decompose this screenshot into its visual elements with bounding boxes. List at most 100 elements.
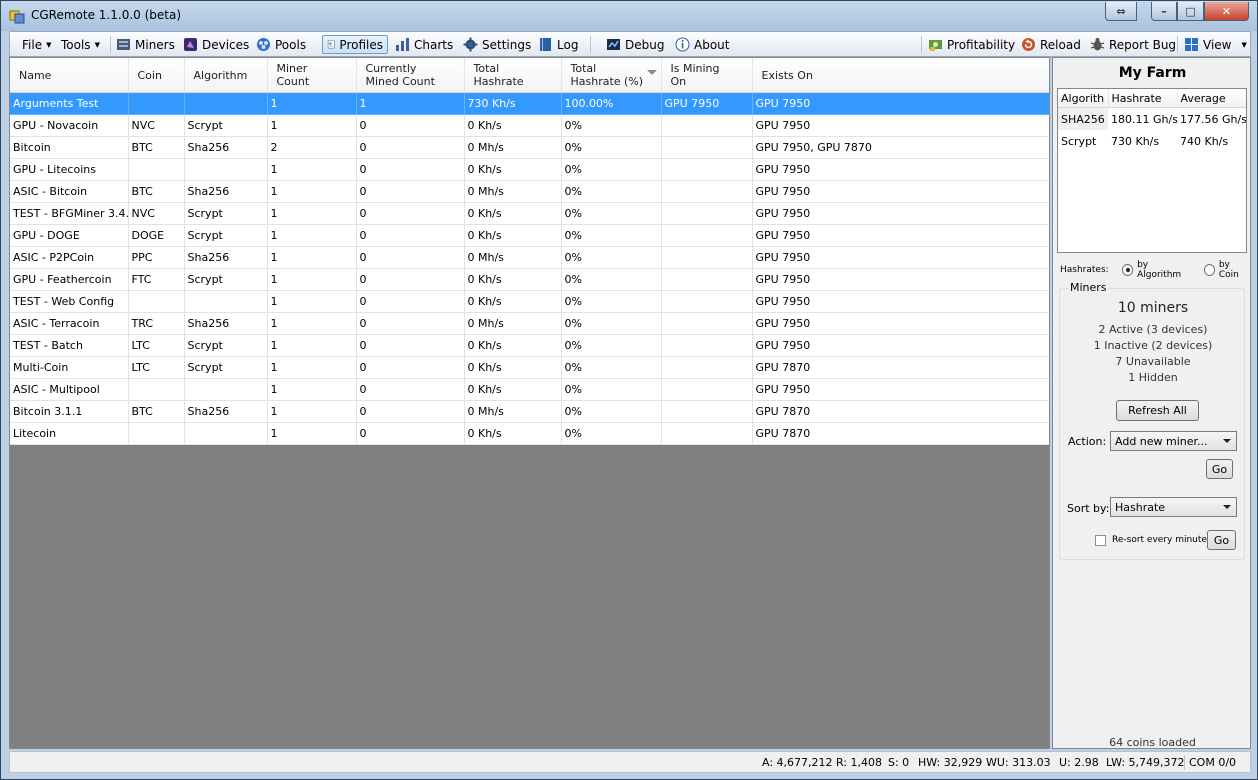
table-row[interactable]: ASIC - P2PCoin PPC Sha256 1 0 0 Mh/s 0% GPU 795… bbox=[10, 246, 1049, 269]
table-cell: 0% bbox=[561, 422, 662, 445]
app-window: CGRemote 1.1.0.0 (beta) ⇔ – □ ✕ File ▼ To… bbox=[0, 0, 1258, 780]
column-header-label: On bbox=[670, 75, 687, 88]
farm-header-row: Algorith Hashrate Average bbox=[1058, 89, 1246, 108]
table-cell: GPU 7870 bbox=[752, 400, 1049, 423]
pools-icon bbox=[257, 38, 270, 51]
profitability-button[interactable]: Profitability bbox=[928, 35, 1015, 54]
reload-button[interactable]: Reload bbox=[1021, 35, 1081, 54]
profiles-button[interactable]: Profiles bbox=[322, 35, 388, 54]
farm-body: SHA256 180.11 Gh/s 177.56 Gh/s Scrypt 730 Kh… bbox=[1058, 107, 1246, 153]
miners-button[interactable]: Miners bbox=[116, 35, 175, 54]
by-coin-radio[interactable] bbox=[1203, 264, 1215, 276]
table-cell: 0 Kh/s bbox=[464, 422, 562, 445]
table-row[interactable]: ASIC - Terracoin TRC Sha256 1 0 0 Mh/s 0% GPU 7… bbox=[10, 312, 1049, 335]
column-header[interactable]: Name bbox=[10, 58, 129, 93]
column-header[interactable]: Exists On bbox=[752, 58, 1049, 93]
charts-icon bbox=[396, 38, 409, 51]
by-coin-label[interactable]: by Coin bbox=[1219, 260, 1250, 280]
column-header[interactable]: Is Mining On bbox=[661, 58, 753, 93]
table-row[interactable]: TEST - Web Config 1 0 0 Kh/s 0% GPU 7950 bbox=[10, 290, 1049, 313]
table-cell: 0 bbox=[356, 378, 465, 401]
farm-row[interactable]: Scrypt 730 Kh/s 740 Kh/s bbox=[1058, 130, 1246, 152]
column-header[interactable]: Currently Mined Count bbox=[356, 58, 465, 93]
farm-table: Algorith Hashrate Average SHA256 180.11 Gh/… bbox=[1058, 89, 1246, 153]
close-button[interactable]: ✕ bbox=[1204, 2, 1249, 21]
farm-column-header[interactable]: Hashrate bbox=[1108, 89, 1178, 108]
resort-label[interactable]: Re-sort every minute bbox=[1112, 535, 1207, 545]
column-header[interactable]: Total Hashrate bbox=[464, 58, 562, 93]
table-cell bbox=[184, 290, 268, 313]
table-cell: 1 bbox=[267, 202, 357, 225]
table-cell: 0 bbox=[356, 268, 465, 291]
table-cell: 0 Kh/s bbox=[464, 378, 562, 401]
by-algorithm-radio[interactable] bbox=[1121, 264, 1134, 276]
table-cell: 1 bbox=[267, 290, 357, 313]
table-cell: 0 bbox=[356, 224, 465, 247]
farm-hashrate-table[interactable]: Algorith Hashrate Average SHA256 180.11 Gh/… bbox=[1057, 88, 1247, 253]
status-accepted: A: 4,677,212 bbox=[762, 756, 833, 769]
table-row[interactable]: Litecoin 1 0 0 Kh/s 0% GPU 7870 bbox=[10, 422, 1049, 445]
debug-button[interactable]: Debug bbox=[606, 35, 664, 54]
table-row[interactable]: TEST - Batch LTC Scrypt 1 0 0 Kh/s 0% GPU 7950 bbox=[10, 334, 1049, 357]
farm-title: My Farm bbox=[1118, 65, 1187, 81]
table-row[interactable]: ASIC - Multipool 1 0 0 Kh/s 0% GPU 7950 bbox=[10, 378, 1049, 401]
column-header-label: Is Mining bbox=[670, 62, 720, 75]
column-header[interactable]: Miner Count bbox=[267, 58, 357, 93]
table-row[interactable]: GPU - Feathercoin FTC Scrypt 1 0 0 Kh/s 0% GPU … bbox=[10, 268, 1049, 291]
action-select-value: Add new miner... bbox=[1115, 434, 1208, 448]
table-cell: 1 bbox=[356, 92, 465, 115]
table-cell: GPU 7950 bbox=[752, 92, 1049, 115]
table-cell bbox=[661, 136, 753, 159]
profiles-grid[interactable]: Name Coin Algorithm Miner Count Currently Mine… bbox=[9, 57, 1050, 749]
action-go-button[interactable]: Go bbox=[1206, 459, 1233, 479]
table-cell: Sha256 bbox=[184, 180, 268, 203]
table-cell: BTC bbox=[128, 136, 185, 159]
table-row[interactable]: TEST - BFGMiner 3.4.0 NVC Scrypt 1 0 0 Kh/s 0%… bbox=[10, 202, 1049, 225]
about-button[interactable]: About bbox=[675, 35, 729, 54]
table-row[interactable]: Bitcoin BTC Sha256 2 0 0 Mh/s 0% GPU 7950, GPU … bbox=[10, 136, 1049, 159]
table-row[interactable]: ASIC - Bitcoin BTC Sha256 1 0 0 Mh/s 0% GPU 795… bbox=[10, 180, 1049, 203]
farm-column-header[interactable]: Algorith bbox=[1058, 89, 1109, 108]
log-button[interactable]: Log bbox=[538, 35, 578, 54]
settings-button[interactable]: Settings bbox=[463, 35, 531, 54]
view-menu[interactable]: View ▼ bbox=[1184, 35, 1247, 54]
chevron-down-icon: ▼ bbox=[1241, 40, 1247, 49]
charts-button[interactable]: Charts bbox=[395, 35, 453, 54]
sort-go-button[interactable]: Go bbox=[1207, 530, 1236, 550]
farm-column-header[interactable]: Average bbox=[1177, 89, 1246, 108]
maximize-button[interactable]: □ bbox=[1177, 2, 1204, 21]
column-header[interactable]: Total Hashrate (%) bbox=[561, 58, 662, 93]
table-row[interactable]: Arguments Test 1 1 730 Kh/s 100.00% GPU 7950 G… bbox=[10, 92, 1049, 115]
table-cell: 0 bbox=[356, 180, 465, 203]
miners-icon bbox=[117, 39, 130, 50]
status-separator bbox=[1184, 755, 1185, 770]
column-header[interactable]: Coin bbox=[128, 58, 185, 93]
table-row[interactable]: GPU - Litecoins 1 0 0 Kh/s 0% GPU 7950 bbox=[10, 158, 1049, 181]
tools-menu[interactable]: Tools ▼ bbox=[61, 35, 100, 54]
bug-icon bbox=[1090, 38, 1105, 51]
pools-button[interactable]: Pools bbox=[256, 35, 306, 54]
action-select[interactable]: Add new miner... bbox=[1110, 431, 1237, 451]
restore-button[interactable]: ⇔ bbox=[1105, 2, 1137, 21]
devices-icon bbox=[184, 38, 197, 51]
table-cell: 0% bbox=[561, 136, 662, 159]
table-cell: 0 bbox=[356, 290, 465, 313]
column-header[interactable]: Algorithm bbox=[184, 58, 268, 93]
minimize-button[interactable]: – bbox=[1151, 2, 1177, 21]
by-algorithm-label[interactable]: by Algorithm bbox=[1137, 260, 1190, 280]
resort-checkbox[interactable] bbox=[1095, 535, 1106, 546]
refresh-all-button[interactable]: Refresh All bbox=[1116, 400, 1199, 421]
table-row[interactable]: Multi-Coin LTC Scrypt 1 0 0 Kh/s 0% GPU 7870 bbox=[10, 356, 1049, 379]
sort-select[interactable]: Hashrate bbox=[1110, 497, 1237, 517]
farm-row[interactable]: SHA256 180.11 Gh/s 177.56 Gh/s bbox=[1058, 107, 1246, 130]
table-cell: TEST - Web Config bbox=[10, 290, 129, 313]
table-row[interactable]: GPU - DOGE DOGE Scrypt 1 0 0 Kh/s 0% GPU 7950 bbox=[10, 224, 1049, 247]
toolbar: File ▼ Tools ▼ Miners Devices Pools Profil… bbox=[9, 31, 1251, 57]
table-cell: 1 bbox=[267, 114, 357, 137]
table-row[interactable]: GPU - Novacoin NVC Scrypt 1 0 0 Kh/s 0% GPU 795… bbox=[10, 114, 1049, 137]
file-menu[interactable]: File ▼ bbox=[22, 35, 51, 54]
report-bug-button[interactable]: Report Bug bbox=[1090, 35, 1176, 54]
table-cell bbox=[661, 312, 753, 335]
table-row[interactable]: Bitcoin 3.1.1 BTC Sha256 1 0 0 Mh/s 0% GPU 7870 bbox=[10, 400, 1049, 423]
devices-button[interactable]: Devices bbox=[183, 35, 249, 54]
